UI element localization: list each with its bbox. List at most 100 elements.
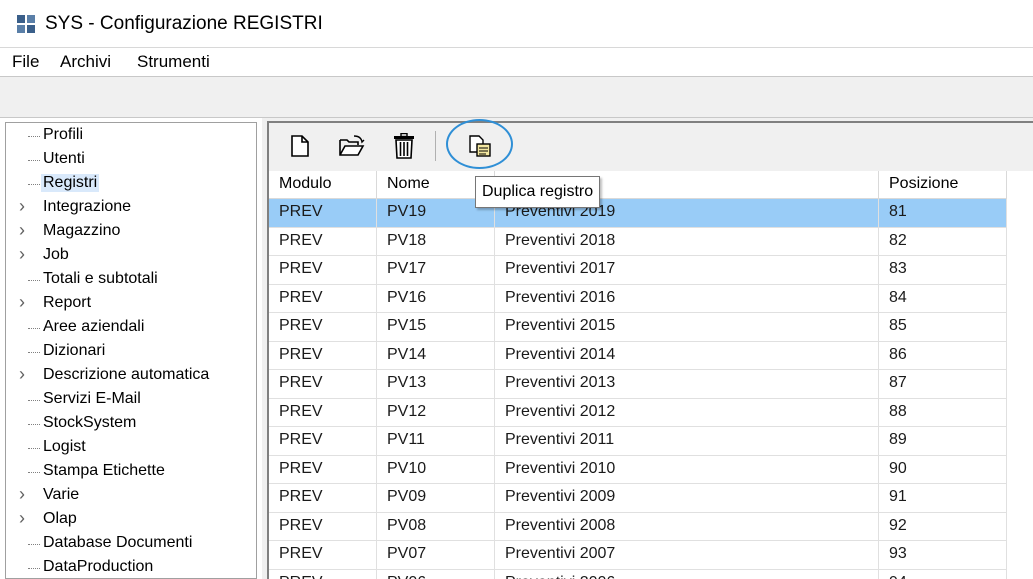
chevron-right-icon[interactable]: › [19,364,25,385]
cell-posizione: 88 [879,398,1007,427]
tree-item-database-documenti[interactable]: Database Documenti [6,533,256,557]
table-row[interactable]: PREV PV17 Preventivi 2017 83 [269,256,1007,285]
cell-modulo: PREV [269,455,377,484]
tree-item-stampa-etichette[interactable]: Stampa Etichette [6,461,256,485]
cell-modulo: PREV [269,569,377,579]
chevron-right-icon[interactable]: › [19,484,25,505]
tree-item-label: Olap [43,510,77,527]
table-row[interactable]: PREV PV08 Preventivi 2008 92 [269,512,1007,541]
cell-modulo: PREV [269,541,377,570]
open-button[interactable] [337,131,367,161]
tree-connector [28,568,40,569]
cell-nome: PV16 [377,284,495,313]
table-row[interactable]: PREV PV14 Preventivi 2014 86 [269,341,1007,370]
tree-item-dataproduction[interactable]: DataProduction [6,557,256,578]
cell-modulo: PREV [269,227,377,256]
cell-nome: PV06 [377,569,495,579]
tree-item-servizi-e-mail[interactable]: Servizi E-Mail [6,389,256,413]
tree-item-aree-aziendali[interactable]: Aree aziendali [6,317,256,341]
column-header-posizione[interactable]: Posizione [879,171,1007,199]
cell-posizione: 85 [879,313,1007,342]
cell-modulo: PREV [269,199,377,228]
tree-item-utenti[interactable]: Utenti [6,149,256,173]
tree-connector [28,328,40,329]
menu-strumenti[interactable]: Strumenti [137,52,210,72]
cell-modulo: PREV [269,370,377,399]
cell-posizione: 92 [879,512,1007,541]
tree-item-descrizione-automatica[interactable]: › Descrizione automatica [6,364,256,389]
tree-item-job[interactable]: › Job [6,244,256,269]
cell-nome: PV07 [377,541,495,570]
cell-descrizione: Preventivi 2008 [495,512,879,541]
grid-header: Modulo Nome Posizione [269,171,1007,199]
chevron-right-icon[interactable]: › [19,196,25,217]
cell-descrizione: Preventivi 2006 [495,569,879,579]
table-row[interactable]: PREV PV07 Preventivi 2007 93 [269,541,1007,570]
cell-nome: PV14 [377,341,495,370]
cell-descrizione: Preventivi 2012 [495,398,879,427]
table-row[interactable]: PREVPV06Preventivi 200694 [269,569,1007,579]
table-row[interactable]: PREV PV12 Preventivi 2012 88 [269,398,1007,427]
new-document-icon [291,135,309,157]
tree-item-label: Magazzino [43,222,121,239]
table-row[interactable]: PREV PV10 Preventivi 2010 90 [269,455,1007,484]
toolbar-separator [435,131,436,161]
chevron-right-icon[interactable]: › [19,508,25,529]
chevron-right-icon[interactable]: › [19,220,25,241]
tree-item-dizionari[interactable]: Dizionari [6,341,256,365]
cell-modulo: PREV [269,512,377,541]
cell-nome: PV10 [377,455,495,484]
tree-item-label: Report [43,294,92,311]
chevron-right-icon[interactable]: › [19,244,25,265]
tree-item-label: StockSystem [43,414,137,431]
cell-modulo: PREV [269,313,377,342]
cell-nome: PV12 [377,398,495,427]
tree-item-profili[interactable]: Profili [6,125,256,149]
table-row[interactable]: PREV PV15 Preventivi 2015 85 [269,313,1007,342]
tree-item-label: Job [43,246,69,263]
tree-item-label: Logist [43,438,86,455]
tree-connector [28,280,40,281]
tree-item-label: Utenti [43,150,85,167]
tree-item-integrazione[interactable]: › Integrazione [6,196,256,221]
cell-nome: PV11 [377,427,495,456]
tree-item-report[interactable]: › Report [6,292,256,317]
table-row[interactable]: PREV PV13 Preventivi 2013 87 [269,370,1007,399]
tree-item-totali-e-subtotali[interactable]: Totali e subtotali [6,269,256,293]
new-document-button[interactable] [285,131,315,161]
tree-item-registri[interactable]: Registri [6,173,256,197]
registri-toolbar [267,121,1033,171]
trash-icon [394,133,414,159]
menu-archivi[interactable]: Archivi [60,52,111,72]
table-row[interactable]: PREV PV09 Preventivi 2009 91 [269,484,1007,513]
tree-connector [28,160,40,161]
tree-item-label: Totali e subtotali [43,270,158,287]
highlight-circle [446,119,513,169]
registri-grid: Modulo Nome Posizione PREV PV19 Preventivi… [267,171,1033,579]
duplicate-tooltip: Duplica registro [475,176,601,208]
tree-connector [28,184,40,185]
tree-item-label: Descrizione automatica [43,366,210,383]
cell-descrizione: Preventivi 2017 [495,256,879,285]
tree-item-magazzino[interactable]: › Magazzino [6,220,256,245]
table-row[interactable]: PREV PV11 Preventivi 2011 89 [269,427,1007,456]
title-bar: SYS - Configurazione REGISTRI [0,0,1033,48]
cell-descrizione: Preventivi 2009 [495,484,879,513]
cell-descrizione: Preventivi 2013 [495,370,879,399]
delete-button[interactable] [389,131,419,161]
tree-connector [28,352,40,353]
tree-item-varie[interactable]: › Varie [6,484,256,509]
tree-item-logist[interactable]: Logist [6,437,256,461]
table-row[interactable]: PREV PV16 Preventivi 2016 84 [269,284,1007,313]
tree-item-stocksystem[interactable]: StockSystem [6,413,256,437]
menu-file[interactable]: File [12,52,39,72]
table-row[interactable]: PREV PV18 Preventivi 2018 82 [269,227,1007,256]
cell-modulo: PREV [269,398,377,427]
column-header-modulo[interactable]: Modulo [269,171,377,199]
cell-nome: PV18 [377,227,495,256]
table-row[interactable]: PREV PV19 Preventivi 2019 81 [269,199,1007,228]
cell-descrizione: Preventivi 2010 [495,455,879,484]
tree-item-olap[interactable]: › Olap [6,508,256,533]
chevron-right-icon[interactable]: › [19,292,25,313]
cell-nome: PV17 [377,256,495,285]
